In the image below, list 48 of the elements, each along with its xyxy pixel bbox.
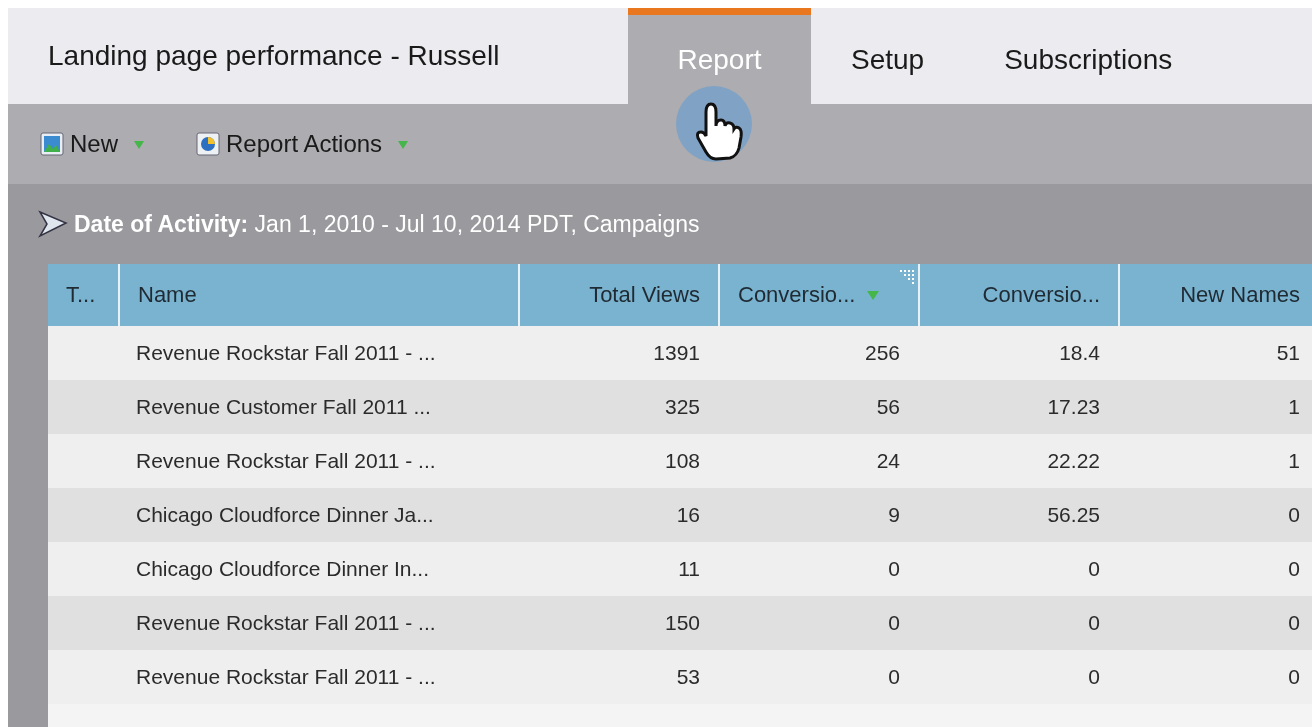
number-cell: 0 [1088,611,1100,635]
number-cell: 0 [1288,665,1300,689]
filter-description: Date of Activity: Jan 1, 2010 - Jul 10, 2014 PDT, Campaigns [74,210,700,238]
name-cell: Chicago Cloudforce Dinner In... [136,557,429,581]
funnel-icon [38,210,68,238]
report-actions-button[interactable]: Report Actions [196,130,409,158]
name-cell: Revenue Rockstar Fall 2011 - ... [136,611,436,635]
number-cell: 53 [676,665,700,689]
dropdown-caret-icon [398,139,409,149]
number-cell: 150 [664,611,700,635]
number-cell: 51 [1276,341,1300,365]
name-cell: Revenue Customer Fall 2011 ... [136,395,431,419]
chart-icon [196,132,220,156]
number-cell: 0 [1288,557,1300,581]
name-cell: Revenue Rockstar Fall 2011 - ... [136,341,436,365]
number-cell: 0 [1288,611,1300,635]
number-cell: 9 [888,503,900,527]
number-cell: 0 [888,557,900,581]
name-cell: Revenue Rockstar Fall 2011 - ... [136,449,436,473]
grip-icon[interactable] [900,270,914,284]
new-button[interactable]: New [40,130,144,158]
number-cell: 0 [1088,557,1100,581]
number-cell: 256 [864,341,900,365]
number-cell: 0 [888,665,900,689]
number-cell: 56.25 [1047,503,1100,527]
tab[interactable]: Setup [811,8,965,104]
number-cell: 56 [876,395,900,419]
name-cell: Chicago Cloudforce Dinner Ja... [136,503,434,527]
name-cell: Revenue Rockstar Fall 2011 - ... [136,665,436,689]
number-cell: 108 [664,449,700,473]
dropdown-caret-icon [134,139,144,149]
number-cell: 16 [676,503,700,527]
number-cell: 22.22 [1047,449,1100,473]
report-title: Landing page performance - Russell [47,39,501,73]
number-cell: 11 [678,557,700,581]
picture-icon [40,132,64,156]
number-cell: 1 [1288,395,1300,419]
number-cell: 325 [664,395,700,419]
number-cell: 1 [1288,449,1300,473]
number-cell: 0 [888,611,900,635]
column-header[interactable]: T... [48,264,118,326]
number-cell: 1391 [653,341,700,365]
number-cell: 24 [876,449,900,473]
number-cell: 0 [1088,665,1100,689]
number-cell: 18.4 [1059,341,1100,365]
number-cell: 0 [1288,503,1300,527]
number-cell: 17.23 [1047,395,1100,419]
tab[interactable]: Subscriptions [964,8,1213,104]
